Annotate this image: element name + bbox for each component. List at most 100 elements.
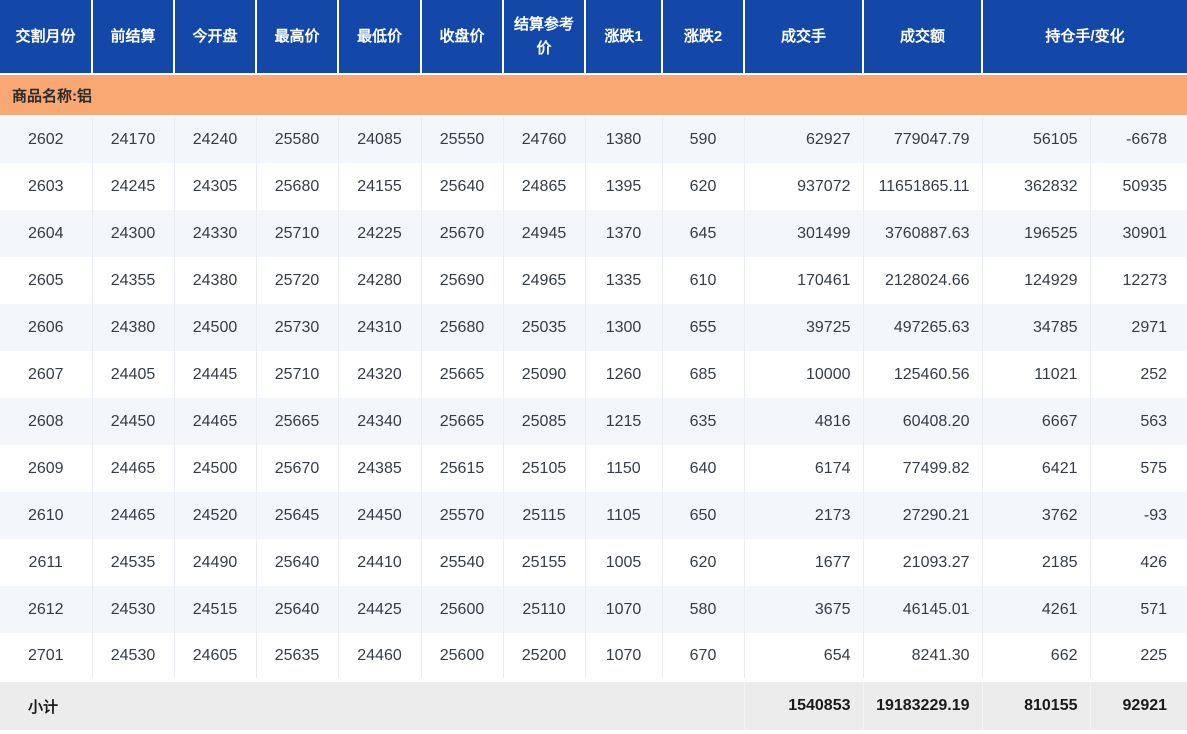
- cell-volume: 170461: [744, 257, 864, 304]
- cell-oi-change: 575: [1090, 445, 1187, 492]
- cell-open-interest: 124929: [982, 257, 1091, 304]
- column-header-5: 最低价: [338, 0, 422, 75]
- cell-change1: 1070: [585, 586, 663, 633]
- cell-close: 25690: [421, 257, 504, 304]
- cell-prev-settle: 24450: [92, 398, 175, 445]
- cell-low: 24310: [338, 304, 422, 351]
- cell-turnover: 27290.21: [863, 492, 983, 539]
- cell-open-interest: 196525: [982, 210, 1091, 257]
- cell-open: 24515: [174, 586, 257, 633]
- cell-low: 24225: [338, 210, 422, 257]
- cell-low: 24340: [338, 398, 422, 445]
- cell-open-interest: 3762: [982, 492, 1091, 539]
- cell-month: 2602: [0, 116, 93, 163]
- cell-high: 25645: [256, 492, 339, 539]
- cell-change1: 1370: [585, 210, 663, 257]
- cell-prev-settle: 24405: [92, 351, 175, 398]
- cell-change1: 1150: [585, 445, 663, 492]
- cell-oi-change: -93: [1090, 492, 1187, 539]
- cell-change1: 1005: [585, 539, 663, 586]
- cell-change2: 670: [662, 633, 745, 680]
- cell-open-interest: 2185: [982, 539, 1091, 586]
- cell-month: 2612: [0, 586, 93, 633]
- cell-close: 25670: [421, 210, 504, 257]
- cell-open-interest: 6667: [982, 398, 1091, 445]
- header-row: 交割月份 前结算 今开盘 最高价 最低价 收盘价 结算参考价 涨跌1 涨跌2 成交手 成交额 持仓手/…: [0, 0, 1187, 75]
- cell-settle-ref: 25085: [503, 398, 586, 445]
- cell-turnover: 497265.63: [863, 304, 983, 351]
- cell-open: 24490: [174, 539, 257, 586]
- cell-oi-change: 225: [1090, 633, 1187, 680]
- cell-high: 25710: [256, 351, 339, 398]
- cell-settle-ref: 25155: [503, 539, 586, 586]
- cell-high: 25730: [256, 304, 339, 351]
- cell-low: 24320: [338, 351, 422, 398]
- cell-turnover: 11651865.11: [863, 163, 983, 210]
- cell-oi-change: 30901: [1090, 210, 1187, 257]
- cell-change1: 1260: [585, 351, 663, 398]
- cell-month: 2603: [0, 163, 93, 210]
- contract-row-2610: 2610 24465 24520 25645 24450 25570 25115 1105 65…: [0, 492, 1187, 539]
- cell-month: 2611: [0, 539, 93, 586]
- cell-high: 25580: [256, 116, 339, 163]
- cell-close: 25640: [421, 163, 504, 210]
- cell-prev-settle: 24245: [92, 163, 175, 210]
- contract-row-2612: 2612 24530 24515 25640 24425 25600 25110 1070 58…: [0, 586, 1187, 633]
- subtotal-volume: 1540853: [744, 678, 864, 730]
- cell-open: 24445: [174, 351, 257, 398]
- subtotal-label: 小计: [0, 678, 745, 730]
- cell-change2: 640: [662, 445, 745, 492]
- cell-high: 25635: [256, 633, 339, 680]
- column-header-11: 成交额: [863, 0, 983, 75]
- cell-open: 24240: [174, 116, 257, 163]
- cell-month: 2607: [0, 351, 93, 398]
- contract-row-2603: 2603 24245 24305 25680 24155 25640 24865 1395 62…: [0, 163, 1187, 210]
- cell-open: 24305: [174, 163, 257, 210]
- cell-close: 25600: [421, 633, 504, 680]
- cell-volume: 10000: [744, 351, 864, 398]
- cell-turnover: 125460.56: [863, 351, 983, 398]
- contract-row-2602: 2602 24170 24240 25580 24085 25550 24760 1380 59…: [0, 116, 1187, 163]
- cell-volume: 4816: [744, 398, 864, 445]
- column-header-2: 前结算: [92, 0, 175, 75]
- cell-open: 24380: [174, 257, 257, 304]
- cell-volume: 2173: [744, 492, 864, 539]
- cell-change2: 645: [662, 210, 745, 257]
- cell-prev-settle: 24465: [92, 492, 175, 539]
- column-header-3: 今开盘: [174, 0, 257, 75]
- cell-turnover: 779047.79: [863, 116, 983, 163]
- cell-volume: 6174: [744, 445, 864, 492]
- column-header-6: 收盘价: [421, 0, 504, 75]
- cell-oi-change: 12273: [1090, 257, 1187, 304]
- cell-low: 24385: [338, 445, 422, 492]
- cell-high: 25670: [256, 445, 339, 492]
- column-header-8: 涨跌1: [585, 0, 663, 75]
- cell-low: 24410: [338, 539, 422, 586]
- cell-close: 25665: [421, 398, 504, 445]
- cell-low: 24450: [338, 492, 422, 539]
- cell-volume: 39725: [744, 304, 864, 351]
- cell-oi-change: 571: [1090, 586, 1187, 633]
- cell-settle-ref: 25090: [503, 351, 586, 398]
- cell-month: 2610: [0, 492, 93, 539]
- cell-month: 2605: [0, 257, 93, 304]
- cell-month: 2701: [0, 633, 93, 680]
- cell-open-interest: 34785: [982, 304, 1091, 351]
- cell-low: 24460: [338, 633, 422, 680]
- cell-open-interest: 4261: [982, 586, 1091, 633]
- cell-settle-ref: 25200: [503, 633, 586, 680]
- cell-high: 25665: [256, 398, 339, 445]
- cell-settle-ref: 25115: [503, 492, 586, 539]
- cell-close: 25665: [421, 351, 504, 398]
- cell-open: 24500: [174, 304, 257, 351]
- cell-change1: 1300: [585, 304, 663, 351]
- contract-row-2608: 2608 24450 24465 25665 24340 25665 25085 1215 63…: [0, 398, 1187, 445]
- cell-open: 24465: [174, 398, 257, 445]
- subtotal-row: 小计 1540853 19183229.19 810155 92921: [0, 678, 1187, 730]
- cell-volume: 1677: [744, 539, 864, 586]
- column-header-9: 涨跌2: [662, 0, 745, 75]
- cell-prev-settle: 24535: [92, 539, 175, 586]
- cell-change1: 1215: [585, 398, 663, 445]
- cell-open-interest: 56105: [982, 116, 1091, 163]
- cell-change2: 620: [662, 539, 745, 586]
